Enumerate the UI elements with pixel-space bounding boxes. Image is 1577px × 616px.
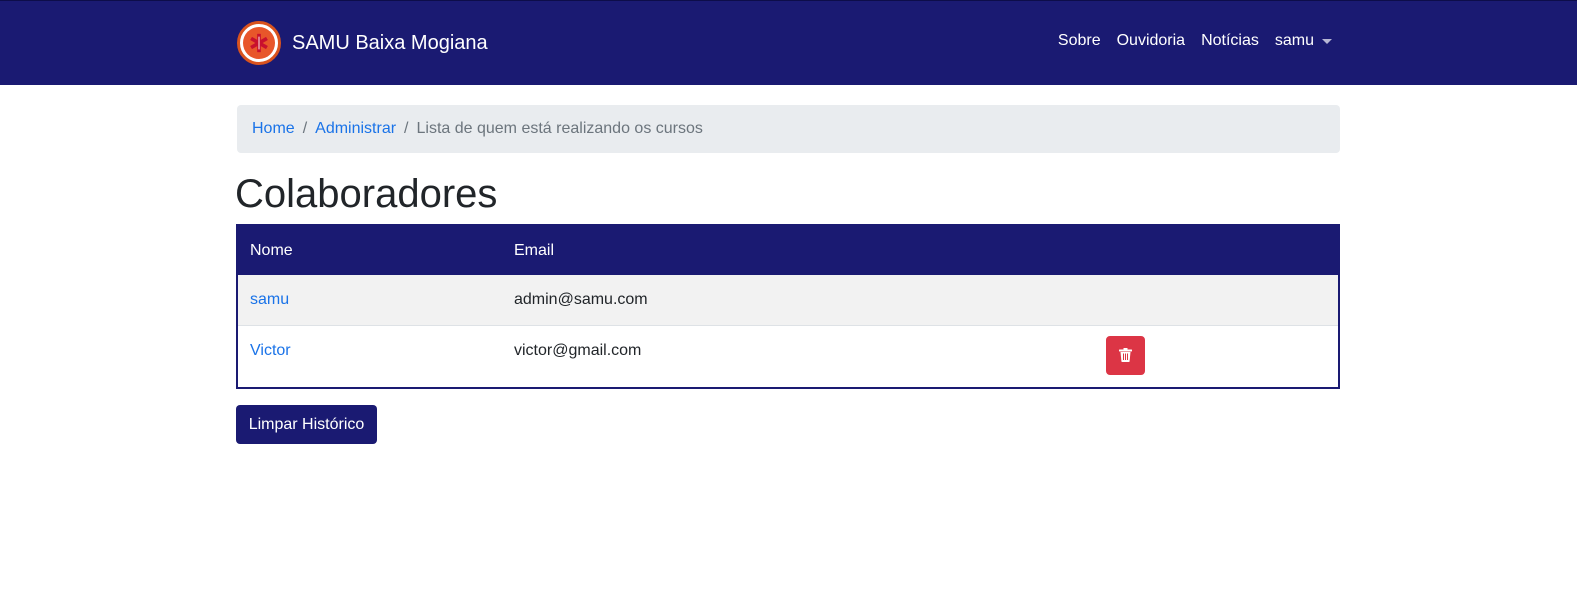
user-name-link[interactable]: samu (250, 291, 289, 308)
user-email: admin@samu.com (514, 290, 648, 308)
breadcrumb-administrar[interactable]: Administrar (315, 120, 396, 138)
top-navbar: SAMU Baixa Mogiana Sobre Ouvidoria Notíc… (0, 0, 1577, 85)
table-row: Victor victor@gmail.com (238, 325, 1338, 387)
column-header-nome: Nome (250, 241, 293, 259)
page-title: Colaboradores (235, 172, 498, 216)
brand[interactable]: SAMU Baixa Mogiana (237, 21, 488, 65)
actions-cell (1094, 325, 1338, 387)
nav-link-ouvidoria[interactable]: Ouvidoria (1117, 32, 1185, 50)
user-name-link[interactable]: Victor (250, 342, 291, 359)
breadcrumb-separator: / (404, 120, 409, 137)
nav-link-noticias[interactable]: Notícias (1201, 32, 1259, 50)
breadcrumb: Home / Administrar / Lista de quem está … (237, 105, 1340, 153)
column-header-actions (1094, 226, 1338, 275)
table-row: samu admin@samu.com (238, 275, 1338, 325)
breadcrumb-current: Lista de quem está realizando os cursos (416, 120, 703, 137)
clear-history-button[interactable]: Limpar Histórico (236, 405, 377, 444)
delete-button[interactable] (1106, 335, 1145, 375)
breadcrumb-home[interactable]: Home (252, 120, 295, 138)
user-dropdown[interactable]: samu (1275, 32, 1332, 50)
star-of-life-icon (237, 21, 281, 65)
trash-icon (1119, 348, 1132, 362)
user-dropdown-label: samu (1274, 32, 1314, 49)
caret-down-icon (1322, 38, 1332, 44)
user-email: victor@gmail.com (514, 341, 642, 359)
collaborators-table: Nome Email samu admin@samu.com Victor vi… (236, 224, 1340, 389)
brand-name: SAMU Baixa Mogiana (292, 31, 488, 54)
table-header-row: Nome Email (238, 226, 1338, 275)
breadcrumb-separator: / (302, 120, 308, 137)
nav-link-sobre[interactable]: Sobre (1058, 32, 1101, 50)
nav-links: Sobre Ouvidoria Notícias samu (1042, 32, 1332, 50)
actions-cell (1094, 275, 1338, 325)
column-header-email: Email (514, 241, 555, 259)
